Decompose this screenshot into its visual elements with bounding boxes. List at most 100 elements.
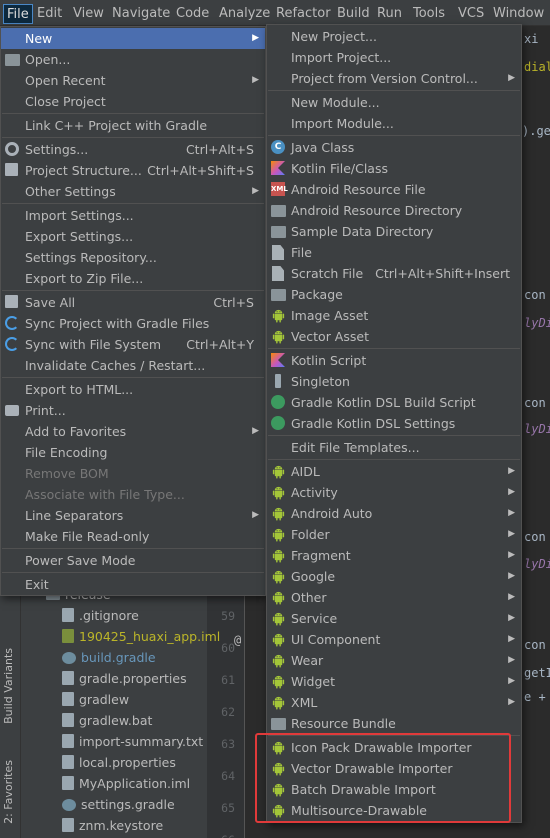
android-icon xyxy=(271,674,286,689)
new-menu-item-aidl[interactable]: AIDL ▶ xyxy=(267,461,521,482)
file-menu-item-link-c-project-with-gradle[interactable]: Link C++ Project with Gradle xyxy=(1,115,265,136)
file-menu-item-sync-project-with-gradle-files[interactable]: Sync Project with Gradle Files xyxy=(1,313,265,334)
file-menu-item-associate-with-file-type: Associate with File Type... xyxy=(1,484,265,505)
new-menu-item-multisource-drawable[interactable]: Multisource-Drawable xyxy=(267,800,521,821)
menu-separator xyxy=(268,459,520,460)
new-menu-item-new-project[interactable]: New Project... xyxy=(267,26,521,47)
menu-separator xyxy=(268,735,520,736)
new-menu-item-import-project[interactable]: Import Project... xyxy=(267,47,521,68)
file-menu-item-project-structure[interactable]: Project Structure... Ctrl+Alt+Shift+S xyxy=(1,160,265,181)
new-menu-item-vector-asset[interactable]: Vector Asset xyxy=(267,326,521,347)
new-menu-item-edit-file-templates[interactable]: Edit File Templates... xyxy=(267,437,521,458)
file-menu-item-print[interactable]: Print... xyxy=(1,400,265,421)
file-menu-item-power-save-mode[interactable]: Power Save Mode xyxy=(1,550,265,571)
new-menu-item-other[interactable]: Other ▶ xyxy=(267,587,521,608)
file-menu-item-line-separators[interactable]: Line Separators ▶ xyxy=(1,505,265,526)
line-number: 61 xyxy=(221,673,235,687)
new-menu-item-ui-component[interactable]: UI Component ▶ xyxy=(267,629,521,650)
editor-tab-fragment[interactable]: dialog xyxy=(524,60,550,74)
new-menu-item-wear[interactable]: Wear ▶ xyxy=(267,650,521,671)
new-menu-item-android-auto[interactable]: Android Auto ▶ xyxy=(267,503,521,524)
editor-tab-fragment[interactable]: xi xyxy=(524,32,538,46)
menu-item-label: New Project... xyxy=(291,29,377,44)
file-menu-item-import-settings[interactable]: Import Settings... xyxy=(1,205,265,226)
new-menu-item-singleton[interactable]: Singleton xyxy=(267,371,521,392)
file-menu-item-export-settings[interactable]: Export Settings... xyxy=(1,226,265,247)
menu-edit[interactable]: Edit xyxy=(34,4,65,24)
project-tree-item-label: .gitignore xyxy=(79,608,139,623)
new-menu-item-java-class[interactable]: C Java Class xyxy=(267,137,521,158)
new-menu-item-fragment[interactable]: Fragment ▶ xyxy=(267,545,521,566)
new-menu-item-image-asset[interactable]: Image Asset xyxy=(267,305,521,326)
file-menu-item-open-recent[interactable]: Open Recent ▶ xyxy=(1,70,265,91)
new-menu-item-gradle-kotlin-dsl-settings[interactable]: Gradle Kotlin DSL Settings xyxy=(267,413,521,434)
menu-view[interactable]: View xyxy=(70,4,107,24)
file-menu-item-exit[interactable]: Exit xyxy=(1,574,265,595)
menu-item-label: XML xyxy=(291,695,318,710)
file-menu-item-settings[interactable]: Settings... Ctrl+Alt+S xyxy=(1,139,265,160)
new-menu-item-new-module[interactable]: New Module... xyxy=(267,92,521,113)
file-menu-item-export-to-zip-file[interactable]: Export to Zip File... xyxy=(1,268,265,289)
file-menu-item-close-project[interactable]: Close Project xyxy=(1,91,265,112)
menu-item-label: Associate with File Type... xyxy=(25,487,185,502)
menu-item-label: Export to HTML... xyxy=(25,382,134,397)
menu-code[interactable]: Code xyxy=(173,4,212,24)
menu-window[interactable]: Window xyxy=(490,4,547,24)
new-menu-item-file[interactable]: File xyxy=(267,242,521,263)
android-icon xyxy=(271,653,286,668)
tool-window-tab[interactable]: Build Variants xyxy=(2,648,15,724)
menu-tools[interactable]: Tools xyxy=(410,4,448,24)
project-tree-item-label: gradlew xyxy=(79,692,130,707)
new-menu-item-kotlin-script[interactable]: Kotlin Script xyxy=(267,350,521,371)
new-menu-item-android-resource-directory[interactable]: Android Resource Directory xyxy=(267,200,521,221)
new-menu-item-google[interactable]: Google ▶ xyxy=(267,566,521,587)
file-icon xyxy=(62,818,74,832)
submenu-arrow-icon: ▶ xyxy=(508,655,515,665)
menu-vcs[interactable]: VCS xyxy=(455,4,487,24)
menu-build[interactable]: Build xyxy=(334,4,373,24)
tool-window-tab[interactable]: 2: Favorites xyxy=(2,760,15,824)
line-number: 59 xyxy=(221,609,235,623)
file-menu-item-sync-with-file-system[interactable]: Sync with File System Ctrl+Alt+Y xyxy=(1,334,265,355)
menu-item-label: Kotlin Script xyxy=(291,353,367,368)
file-menu-item-file-encoding[interactable]: File Encoding xyxy=(1,442,265,463)
new-menu-item-activity[interactable]: Activity ▶ xyxy=(267,482,521,503)
new-menu-item-folder[interactable]: Folder ▶ xyxy=(267,524,521,545)
new-menu-item-package[interactable]: Package xyxy=(267,284,521,305)
new-menu-item-android-resource-file[interactable]: XML Android Resource File xyxy=(267,179,521,200)
new-menu-item-sample-data-directory[interactable]: Sample Data Directory xyxy=(267,221,521,242)
new-menu-item-import-module[interactable]: Import Module... xyxy=(267,113,521,134)
new-menu-item-scratch-file[interactable]: Scratch File Ctrl+Alt+Shift+Insert xyxy=(267,263,521,284)
file-menu-item-settings-repository[interactable]: Settings Repository... xyxy=(1,247,265,268)
file-menu-item-open[interactable]: Open... xyxy=(1,49,265,70)
new-menu-item-xml[interactable]: XML ▶ xyxy=(267,692,521,713)
new-menu-item-project-from-version-control[interactable]: Project from Version Control... ▶ xyxy=(267,68,521,89)
menu-refactor[interactable]: Refactor xyxy=(273,4,334,24)
file-menu-item-invalidate-caches-restart[interactable]: Invalidate Caches / Restart... xyxy=(1,355,265,376)
project-tree-item-label: local.properties xyxy=(79,755,176,770)
new-menu-item-widget[interactable]: Widget ▶ xyxy=(267,671,521,692)
new-menu-item-batch-drawable-import[interactable]: Batch Drawable Import xyxy=(267,779,521,800)
menu-analyze[interactable]: Analyze xyxy=(216,4,273,24)
android-icon xyxy=(271,308,286,323)
file-menu-item-add-to-favorites[interactable]: Add to Favorites ▶ xyxy=(1,421,265,442)
new-menu-item-icon-pack-drawable-importer[interactable]: Icon Pack Drawable Importer xyxy=(267,737,521,758)
menu-item-label: Multisource-Drawable xyxy=(291,803,427,818)
file-menu-item-other-settings[interactable]: Other Settings ▶ xyxy=(1,181,265,202)
new-menu-item-vector-drawable-importer[interactable]: Vector Drawable Importer xyxy=(267,758,521,779)
menu-file[interactable]: File xyxy=(3,4,33,24)
project-tree-item-label: gradle.properties xyxy=(79,671,187,686)
new-menu-item-kotlin-file-class[interactable]: Kotlin File/Class xyxy=(267,158,521,179)
file-menu-item-save-all[interactable]: Save All Ctrl+S xyxy=(1,292,265,313)
menu-navigate[interactable]: Navigate xyxy=(109,4,173,24)
file-menu-item-export-to-html[interactable]: Export to HTML... xyxy=(1,379,265,400)
print-icon xyxy=(5,403,20,418)
new-menu-item-service[interactable]: Service ▶ xyxy=(267,608,521,629)
menu-item-label: Android Resource Directory xyxy=(291,203,463,218)
save-icon xyxy=(5,295,20,310)
menu-run[interactable]: Run xyxy=(374,4,405,24)
file-menu-item-make-file-read-only[interactable]: Make File Read-only xyxy=(1,526,265,547)
new-menu-item-gradle-kotlin-dsl-build-script[interactable]: Gradle Kotlin DSL Build Script xyxy=(267,392,521,413)
new-menu-item-resource-bundle[interactable]: Resource Bundle xyxy=(267,713,521,734)
file-menu-item-new[interactable]: New ▶ xyxy=(1,28,265,49)
